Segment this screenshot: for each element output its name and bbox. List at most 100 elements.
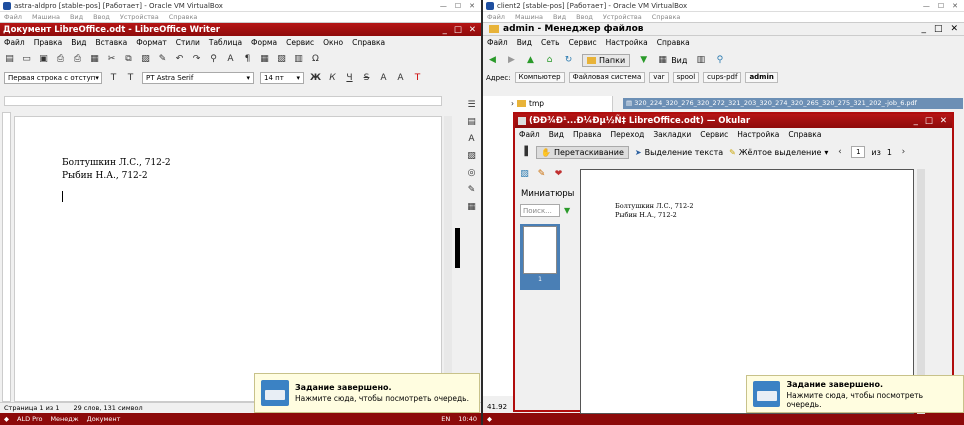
menu-format[interactable]: Формат (136, 38, 166, 47)
fm-menu-file[interactable]: Файл (487, 38, 508, 47)
page-thumbnail[interactable]: 1 (520, 224, 560, 290)
ok-menu-tools[interactable]: Сервис (700, 130, 728, 139)
vbox-menu-view[interactable]: Вид (553, 13, 566, 21)
vbox-menu-file[interactable]: Файл (4, 13, 22, 21)
fm-close-icon[interactable]: ✕ (950, 24, 958, 34)
manage-changes-icon[interactable]: ✎ (466, 185, 477, 196)
fm-menu-tools[interactable]: Сервис (569, 38, 597, 47)
subscript-icon[interactable]: A (395, 73, 406, 84)
new-doc-icon[interactable]: ▤ (4, 54, 15, 65)
vertical-ruler[interactable] (2, 112, 11, 402)
horizontal-ruler[interactable] (4, 96, 442, 106)
up-icon[interactable]: ▲ (525, 55, 536, 66)
ok-menu-bookmarks[interactable]: Закладки (653, 130, 691, 139)
annotations-icon[interactable]: ✎ (536, 169, 547, 180)
close-icon[interactable]: ✕ (469, 2, 475, 10)
breadcrumb-var[interactable]: var (649, 72, 669, 83)
close-icon[interactable]: ✕ (952, 2, 958, 10)
menu-table[interactable]: Таблица (209, 38, 242, 47)
back-icon[interactable]: ◀ (487, 55, 498, 66)
fm-menu-view[interactable]: Вид (517, 38, 532, 47)
find-icon[interactable]: ⚲ (208, 54, 219, 65)
font-color-icon[interactable]: T (412, 73, 423, 84)
next-page-icon[interactable]: › (898, 147, 909, 158)
breadcrumb-admin[interactable]: admin (745, 72, 778, 83)
menu-insert[interactable]: Вставка (96, 38, 128, 47)
image-icon[interactable]: ▨ (276, 54, 287, 65)
menu-edit[interactable]: Правка (34, 38, 63, 47)
tree-item-tmp[interactable]: › tmp (483, 96, 612, 108)
font-size-select[interactable]: 14 пт ▾ (260, 72, 304, 84)
text-select-button[interactable]: ➤ Выделение текста (635, 148, 723, 157)
open-icon[interactable]: ▭ (21, 54, 32, 65)
strikethrough-icon[interactable]: S (361, 73, 372, 84)
forward-icon[interactable]: ▶ (506, 55, 517, 66)
ok-menu-help[interactable]: Справка (788, 130, 821, 139)
ok-minimize-icon[interactable]: _ (914, 116, 918, 126)
sidebar-toggle-icon[interactable]: ▐ (519, 147, 530, 158)
clone-icon[interactable]: ✎ (157, 54, 168, 65)
ok-close-icon[interactable]: ✕ (940, 116, 947, 126)
vbox-menu-help[interactable]: Справка (652, 13, 681, 21)
vbox-menu-file[interactable]: Файл (487, 13, 505, 21)
print-icon[interactable]: ⎙ (72, 54, 83, 65)
page-number-input[interactable]: 1 (851, 146, 866, 158)
menu-tools[interactable]: Сервис (286, 38, 314, 47)
prev-page-icon[interactable]: ‹ (834, 147, 845, 158)
copy-icon[interactable]: ⧉ (123, 54, 134, 65)
minimize-icon[interactable]: — (440, 2, 447, 10)
special-char-icon[interactable]: Ω (310, 54, 321, 65)
formatting-marks-icon[interactable]: ¶ (242, 54, 253, 65)
properties-icon[interactable]: ☰ (466, 100, 477, 111)
menu-file[interactable]: Файл (4, 38, 25, 47)
undo-icon[interactable]: ↶ (174, 54, 185, 65)
menu-window[interactable]: Окно (323, 38, 343, 47)
italic-icon[interactable]: К (327, 73, 338, 84)
fm-maximize-icon[interactable]: □ (934, 24, 943, 34)
vbox-menu-machine[interactable]: Машина (515, 13, 543, 21)
breadcrumb-filesystem[interactable]: Файловая система (568, 72, 646, 83)
menu-view[interactable]: Вид (71, 38, 86, 47)
update-style-icon[interactable]: T (108, 73, 119, 84)
print-notification[interactable]: Задание завершено. Нажмите сюда, чтобы п… (746, 375, 964, 413)
menu-styles[interactable]: Стили (176, 38, 200, 47)
menu-help[interactable]: Справка (352, 38, 385, 47)
split-view-icon[interactable]: ▥ (695, 55, 706, 66)
start-icon[interactable]: ◆ (4, 415, 9, 423)
font-name-select[interactable]: PT Astra Serif ▾ (142, 72, 254, 84)
cut-icon[interactable]: ✂ (106, 54, 117, 65)
vbox-menu-help[interactable]: Справка (169, 13, 198, 21)
fm-minimize-icon[interactable]: _ (921, 24, 926, 34)
gallery-icon[interactable]: ▨ (466, 151, 477, 162)
filter-icon[interactable]: ▼ (638, 55, 649, 66)
print-notification[interactable]: Задание завершено. Нажмите сюда, чтобы п… (254, 373, 480, 413)
design-icon[interactable]: ▦ (466, 202, 477, 213)
fm-menu-help[interactable]: Справка (657, 38, 690, 47)
vbox-menu-devices[interactable]: Устройства (603, 13, 642, 21)
refresh-icon[interactable]: ↻ (563, 55, 574, 66)
preview-icon[interactable]: ▦ (89, 54, 100, 65)
taskbar-item-aldpro[interactable]: ALD Pro (17, 415, 42, 423)
ok-menu-go[interactable]: Переход (611, 130, 645, 139)
sidebar-splitter[interactable] (455, 228, 460, 268)
thumbnail-search-input[interactable]: Поиск... (520, 204, 560, 217)
fm-menu-settings[interactable]: Настройка (606, 38, 648, 47)
save-icon[interactable]: ▣ (38, 54, 49, 65)
breadcrumb-cupspdf[interactable]: cups-pdf (703, 72, 742, 83)
taskbar-item-filemanager[interactable]: Менедж (50, 415, 78, 423)
spellcheck-icon[interactable]: A (225, 54, 236, 65)
writer-maximize-icon[interactable]: □ (454, 25, 462, 35)
vbox-menu-view[interactable]: Вид (70, 13, 83, 21)
paragraph-style-select[interactable]: Первая строка с отступ ▾ (4, 72, 102, 84)
underline-icon[interactable]: Ч (344, 73, 355, 84)
tray-clock[interactable]: 10:40 (458, 415, 481, 423)
menu-form[interactable]: Форма (251, 38, 277, 47)
highlight-button[interactable]: ✎ Жёлтое выделение ▾ (729, 148, 828, 157)
view-button[interactable]: ▦ Вид (657, 55, 687, 66)
filter-icon[interactable]: ▼ (564, 206, 570, 215)
vbox-menu-input[interactable]: Ввод (576, 13, 593, 21)
taskbar-item-document[interactable]: Документ (87, 415, 121, 423)
breadcrumb-spool[interactable]: spool (672, 72, 700, 83)
ok-menu-settings[interactable]: Настройка (737, 130, 779, 139)
ok-menu-edit[interactable]: Правка (573, 130, 602, 139)
